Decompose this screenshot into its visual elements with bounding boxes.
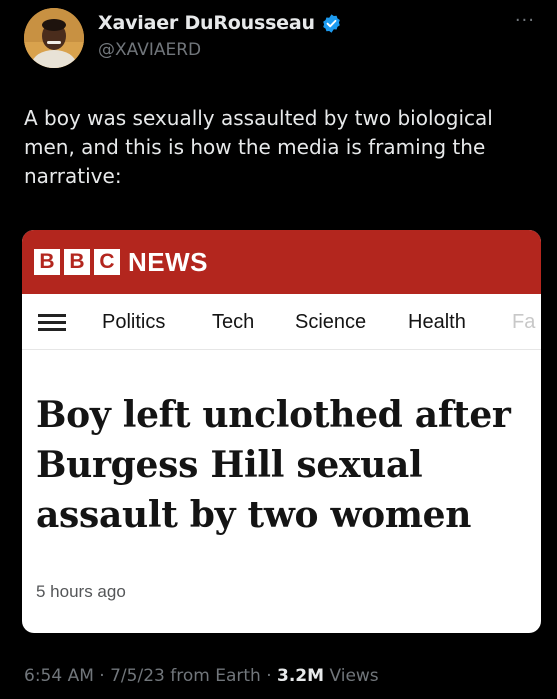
article-headline: Boy left unclothed after Burgess Hill se… [36, 394, 511, 536]
meta-separator: · [99, 666, 111, 686]
nav-item-health: Health [408, 311, 466, 333]
embedded-image[interactable]: B B C NEWS Politics Tech Science Health … [22, 230, 541, 633]
nav-item-science: Science [295, 311, 367, 333]
bbc-news-banner: B B C NEWS [22, 230, 541, 294]
article-age: 5 hours ago [36, 582, 126, 601]
views-label: Views [329, 666, 379, 686]
bbc-news-word: NEWS [128, 246, 208, 277]
bbc-logo-letter: C [94, 249, 120, 275]
nav-item-politics: Politics [102, 311, 166, 333]
bbc-logo-letter: B [64, 249, 90, 275]
bbc-nav-bar: Politics Tech Science Health Fa [22, 294, 541, 350]
more-options-icon[interactable]: ··· [515, 10, 535, 31]
author-display-name[interactable]: Xaviaer DuRousseau [98, 12, 315, 34]
tweet-meta: 6:54 AM · 7/5/23 from Earth · 3.2M Views [24, 666, 379, 686]
meta-separator: · [266, 666, 278, 686]
tweet-date[interactable]: 7/5/23 [110, 666, 165, 686]
bbc-logo-letter: B [34, 249, 60, 275]
tweet-time[interactable]: 6:54 AM [24, 666, 94, 686]
avatar[interactable] [24, 8, 84, 68]
tweet-text: A boy was sexually assaulted by two biol… [24, 106, 493, 188]
hamburger-menu-icon [38, 314, 66, 332]
views-count: 3.2M [277, 666, 325, 686]
tweet: Xaviaer DuRousseau @XAVIAERD ··· A boy w… [0, 0, 557, 699]
tweet-source: from Earth [170, 666, 261, 686]
verified-badge-icon [321, 13, 342, 34]
author-handle[interactable]: @XAVIAERD [98, 40, 201, 60]
nav-item-tech: Tech [212, 311, 255, 333]
author-name-row[interactable]: Xaviaer DuRousseau [98, 12, 342, 34]
avatar-image [24, 8, 84, 68]
nav-item-truncated: Fa [512, 311, 536, 333]
